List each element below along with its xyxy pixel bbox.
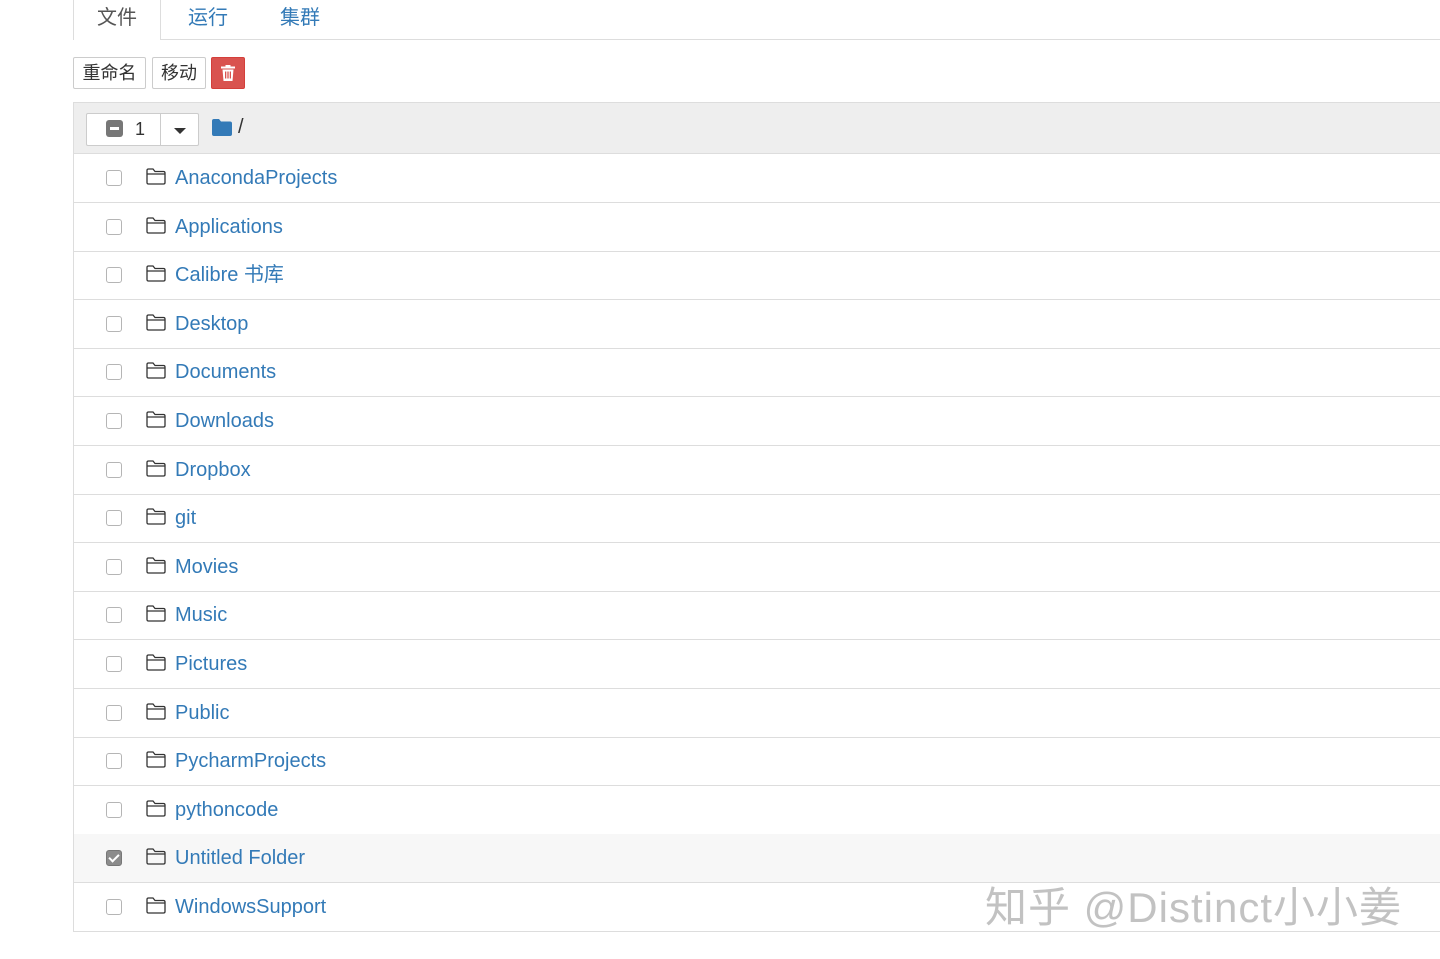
list-item[interactable]: Applications xyxy=(74,203,1440,252)
folder-outline-icon xyxy=(146,848,166,866)
item-checkbox[interactable] xyxy=(106,850,122,867)
item-checkbox[interactable] xyxy=(106,267,122,284)
folder-outline-icon xyxy=(146,557,166,574)
item-checkbox[interactable] xyxy=(106,218,122,235)
item-name-link[interactable]: pythoncode xyxy=(175,786,278,834)
folder-outline-icon xyxy=(146,800,166,817)
partial-select-checkbox[interactable] xyxy=(106,120,123,137)
item-name-link[interactable]: Documents xyxy=(175,348,276,396)
item-checkbox[interactable] xyxy=(106,315,122,332)
item-name-link[interactable]: Calibre 书库 xyxy=(175,251,284,299)
item-name-link[interactable]: Public xyxy=(175,689,229,737)
folder-icon xyxy=(212,119,232,136)
list-item[interactable]: Calibre 书库 xyxy=(74,251,1440,301)
dropdown-divider xyxy=(160,114,161,145)
list-item[interactable]: Pictures xyxy=(74,640,1440,689)
folder-outline-icon xyxy=(146,459,166,477)
delete-button[interactable] xyxy=(211,57,245,89)
folder-outline-icon xyxy=(146,362,166,380)
item-name-link[interactable]: Pictures xyxy=(175,640,247,688)
item-name-link[interactable]: git xyxy=(175,494,196,542)
select-dropdown[interactable]: 1 xyxy=(86,113,199,146)
caret-down-icon[interactable] xyxy=(174,128,186,134)
folder-outline-icon xyxy=(146,897,166,914)
item-name-link[interactable]: Downloads xyxy=(175,397,274,445)
folder-outline-icon xyxy=(146,411,166,428)
item-checkbox[interactable] xyxy=(106,899,122,915)
tab-bar: 文件 运行 集群 xyxy=(73,0,1440,40)
item-name-link[interactable]: AnacondaProjects xyxy=(175,154,337,202)
item-name-link[interactable]: Untitled Folder xyxy=(175,834,305,882)
folder-outline-icon xyxy=(146,265,166,282)
list-item[interactable]: AnacondaProjects xyxy=(74,154,1440,203)
list-header: 1 / xyxy=(74,103,1440,154)
item-checkbox[interactable] xyxy=(106,461,122,478)
list-item[interactable]: Dropbox xyxy=(74,446,1440,495)
item-name-link[interactable]: Movies xyxy=(175,543,238,591)
item-name-link[interactable]: Desktop xyxy=(175,300,248,348)
item-name-link[interactable]: Dropbox xyxy=(175,446,251,494)
item-checkbox[interactable] xyxy=(106,364,122,381)
move-button[interactable]: 移动 xyxy=(152,57,206,89)
folder-outline-icon xyxy=(146,508,166,525)
item-checkbox[interactable] xyxy=(106,704,122,721)
breadcrumb-path[interactable]: / xyxy=(238,103,244,151)
tab-clusters[interactable]: 集群 xyxy=(265,0,335,39)
rename-button[interactable]: 重命名 xyxy=(73,57,146,89)
list-item[interactable]: pythoncode xyxy=(74,786,1440,835)
item-checkbox[interactable] xyxy=(106,170,122,186)
item-checkbox[interactable] xyxy=(106,558,122,575)
item-checkbox[interactable] xyxy=(106,656,122,672)
watermark: 知乎 @Distinct小小姜 xyxy=(985,884,1402,931)
item-checkbox[interactable] xyxy=(106,413,122,429)
item-name-link[interactable]: Music xyxy=(175,591,227,639)
folder-outline-icon xyxy=(146,605,166,623)
folder-outline-icon xyxy=(146,216,166,234)
list-item[interactable]: Downloads xyxy=(74,397,1440,446)
list-item[interactable]: Desktop xyxy=(74,300,1440,349)
trash-icon xyxy=(221,65,235,81)
tab-files[interactable]: 文件 xyxy=(73,0,161,40)
list-item[interactable]: Movies xyxy=(74,543,1440,592)
list-item[interactable]: git xyxy=(74,494,1440,544)
item-name-link[interactable]: Applications xyxy=(175,203,283,251)
list-item[interactable]: Public xyxy=(74,689,1440,738)
folder-outline-icon xyxy=(146,654,166,671)
list-item[interactable]: Music xyxy=(74,591,1440,641)
folder-outline-icon xyxy=(146,702,166,720)
folder-outline-icon xyxy=(146,314,166,331)
file-list: 1 / AnacondaProjects Applications Calibre … xyxy=(73,102,1440,932)
selected-count: 1 xyxy=(135,119,146,139)
list-item[interactable]: Documents xyxy=(74,348,1440,398)
list-item[interactable]: PycharmProjects xyxy=(74,737,1440,787)
folder-outline-icon xyxy=(146,751,166,768)
item-checkbox[interactable] xyxy=(106,753,122,770)
item-name-link[interactable]: PycharmProjects xyxy=(175,737,326,785)
item-name-link[interactable]: WindowsSupport xyxy=(175,883,326,931)
item-checkbox[interactable] xyxy=(106,801,122,818)
item-checkbox[interactable] xyxy=(106,607,122,624)
folder-outline-icon xyxy=(146,168,166,185)
tab-running[interactable]: 运行 xyxy=(173,0,243,39)
item-checkbox[interactable] xyxy=(106,510,122,527)
